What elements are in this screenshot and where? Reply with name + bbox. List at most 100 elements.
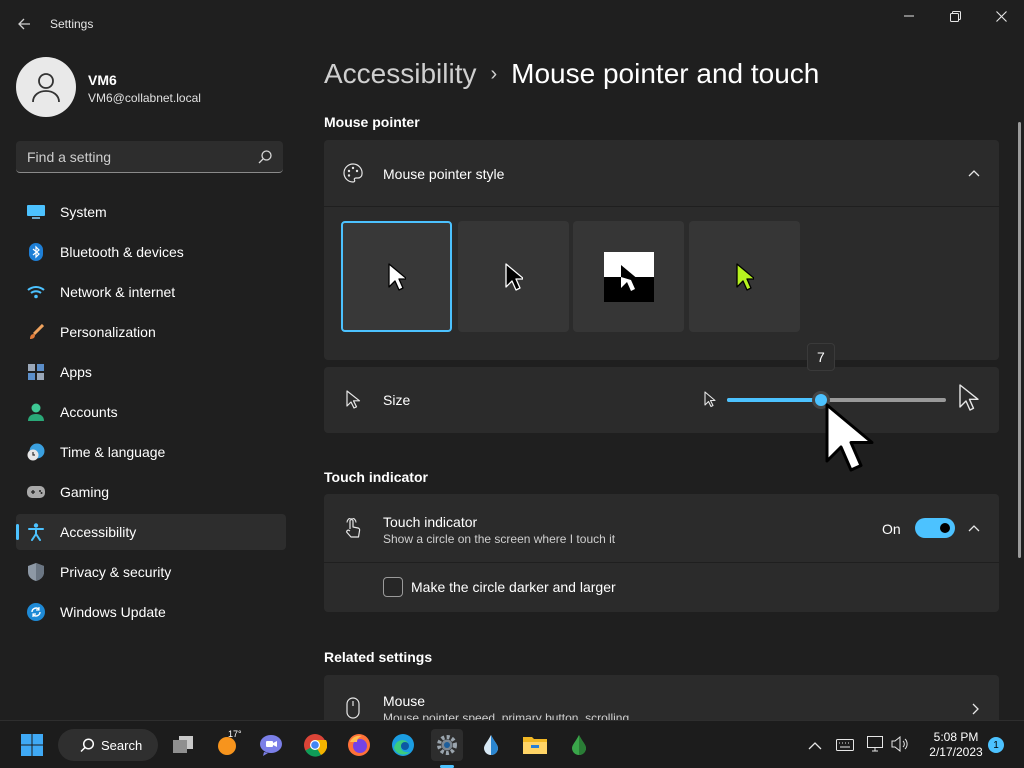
search-icon[interactable] [257, 149, 273, 165]
taskbar: Search 5:08 PM 2/17/2023 1 [0, 720, 1024, 768]
settings-search[interactable] [16, 141, 283, 173]
chrome-icon[interactable] [299, 729, 331, 761]
edge-icon[interactable] [387, 729, 419, 761]
custom-color-cursor-icon [735, 262, 754, 291]
breadcrumb-separator: › [490, 63, 498, 85]
restore-button[interactable] [932, 0, 978, 32]
water-drop-icon[interactable] [475, 729, 507, 761]
breadcrumb: Accessibility › Mouse pointer and touch [324, 58, 819, 90]
sidebar-nav: System Bluetooth & devices Network & int… [16, 194, 286, 634]
pointer-style-header[interactable]: Mouse pointer style [324, 140, 999, 206]
task-view-icon[interactable] [167, 729, 199, 761]
user-email: VM6@collabnet.local [88, 91, 201, 105]
sidebar-item-gaming[interactable]: Gaming [16, 474, 286, 510]
touch-indicator-label: Touch indicator [383, 514, 478, 530]
mouse-icon [342, 697, 364, 719]
close-button[interactable] [978, 0, 1024, 32]
settings-icon[interactable] [431, 729, 463, 761]
large-cursor-icon [958, 383, 980, 418]
chevron-up-icon[interactable] [808, 738, 822, 756]
mouse-label: Mouse [383, 693, 426, 709]
sidebar-item-system[interactable]: System [16, 194, 286, 230]
sidebar-item-label: Gaming [60, 484, 110, 500]
network-monitor-icon[interactable] [867, 736, 885, 757]
chat-icon[interactable] [255, 729, 287, 761]
size-slider-fill [727, 398, 821, 402]
shield-icon [27, 563, 45, 581]
system-icon [27, 203, 45, 221]
sidebar-item-label: Apps [60, 364, 92, 380]
sidebar-item-time-language[interactable]: Time & language [16, 434, 286, 470]
minimize-button[interactable] [886, 0, 932, 32]
darker-circle-label: Make the circle darker and larger [411, 579, 616, 595]
avatar [16, 57, 76, 117]
sidebar-item-apps[interactable]: Apps [16, 354, 286, 390]
page-title: Mouse pointer and touch [511, 58, 820, 89]
sidebar-item-label: Network & internet [60, 284, 176, 300]
update-icon [27, 603, 45, 621]
size-label: Size [383, 392, 411, 408]
darker-circle-checkbox[interactable] [383, 577, 403, 597]
keyboard-icon[interactable] [836, 738, 854, 756]
bluetooth-icon [27, 243, 45, 261]
wifi-icon [27, 283, 45, 301]
touch-toggle-state: On [882, 521, 901, 537]
volume-icon[interactable] [891, 735, 909, 757]
touch-indicator-toggle[interactable] [915, 518, 955, 538]
firefox-icon[interactable] [343, 729, 375, 761]
sidebar-item-accessibility[interactable]: Accessibility [16, 514, 286, 550]
sidebar-item-label: Privacy & security [60, 564, 172, 580]
touch-section-title: Touch indicator [324, 469, 428, 485]
taskbar-search[interactable]: Search [58, 729, 158, 761]
taskbar-search-label: Search [101, 737, 143, 753]
sidebar-item-label: Bluetooth & devices [60, 244, 184, 260]
sidebar-item-label: Accessibility [60, 524, 137, 540]
file-explorer-icon[interactable] [519, 729, 551, 761]
black-cursor-icon [504, 262, 523, 291]
clock-globe-icon [27, 443, 45, 461]
breadcrumb-parent[interactable]: Accessibility [324, 58, 476, 89]
pointer-style-inverted[interactable] [573, 221, 684, 332]
touch-hand-icon [342, 517, 364, 539]
white-cursor-icon [387, 262, 406, 291]
sidebar-item-windows-update[interactable]: Windows Update [16, 594, 286, 630]
notification-badge[interactable]: 1 [988, 737, 1004, 753]
pointer-style-white[interactable] [341, 221, 452, 332]
green-drop-icon[interactable] [563, 729, 595, 761]
mouse-cursor [824, 402, 878, 479]
clock-time: 5:08 PM [933, 730, 979, 744]
chevron-up-icon[interactable] [966, 165, 982, 181]
search-input[interactable] [16, 141, 251, 172]
start-icon[interactable] [16, 729, 48, 761]
chevron-right-icon[interactable] [968, 701, 984, 717]
sidebar-item-network[interactable]: Network & internet [16, 274, 286, 310]
taskbar-clock[interactable]: 5:08 PM 2/17/2023 [925, 730, 987, 760]
gamepad-icon [27, 483, 45, 501]
brush-icon [27, 323, 45, 341]
user-profile[interactable]: VM6 VM6@collabnet.local [16, 57, 286, 117]
sidebar-item-personalization[interactable]: Personalization [16, 314, 286, 350]
sidebar-item-label: Time & language [60, 444, 166, 460]
small-cursor-icon [704, 391, 716, 414]
pointer-style-custom[interactable] [689, 221, 800, 332]
sidebar-item-bluetooth[interactable]: Bluetooth & devices [16, 234, 286, 270]
scrollbar-thumb[interactable] [1018, 122, 1021, 558]
sidebar-item-accounts[interactable]: Accounts [16, 394, 286, 430]
palette-icon [342, 162, 364, 184]
clock-date: 2/17/2023 [929, 745, 983, 759]
sidebar-item-label: Personalization [60, 324, 156, 340]
sidebar-item-label: System [60, 204, 107, 220]
size-value-tooltip: 7 [806, 343, 835, 371]
title-bar: Settings [0, 0, 1024, 48]
mouse-pointer-section-title: Mouse pointer [324, 114, 420, 130]
back-arrow-icon[interactable] [12, 12, 36, 36]
user-name: VM6 [88, 72, 117, 88]
sidebar-item-label: Accounts [60, 404, 118, 420]
accessibility-icon [27, 523, 45, 541]
window-title: Settings [50, 17, 94, 31]
chevron-up-icon[interactable] [966, 520, 982, 536]
pointer-style-black[interactable] [458, 221, 569, 332]
sidebar-item-label: Windows Update [60, 604, 166, 620]
cursor-size-icon [342, 389, 364, 411]
sidebar-item-privacy[interactable]: Privacy & security [16, 554, 286, 590]
